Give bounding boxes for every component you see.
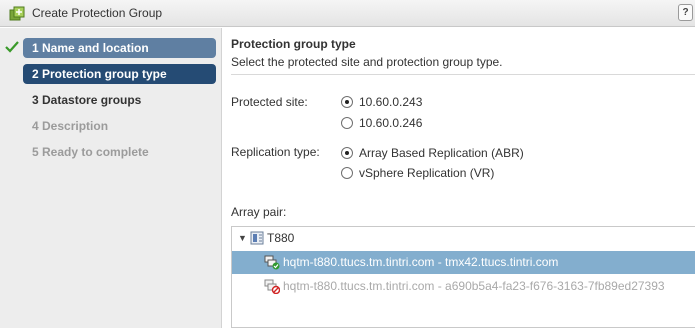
step-name-and-location[interactable]: 1 Name and location	[23, 38, 216, 58]
divider	[231, 74, 695, 75]
radio-label: 10.60.0.246	[359, 116, 423, 130]
expand-triangle-icon[interactable]: ▼	[238, 229, 247, 247]
radio-label: 10.60.0.243	[359, 95, 423, 109]
dialog-title: Create Protection Group	[32, 6, 163, 20]
array-pair-ok-icon	[264, 255, 280, 270]
dialog-title-bar: Create Protection Group ?	[0, 0, 695, 27]
radio-button[interactable]	[341, 117, 353, 129]
radio-label: Array Based Replication (ABR)	[359, 146, 524, 160]
tree-root-label: T880	[267, 231, 295, 245]
wizard-steps-nav: 1 Name and location 2 Protection group t…	[0, 28, 222, 328]
array-pair-row-label: hqtm-t880.ttucs.tm.tintri.com - a690b5a4…	[283, 279, 665, 293]
step-datastore-groups[interactable]: 3 Datastore groups	[23, 90, 216, 110]
radio-label: vSphere Replication (VR)	[359, 166, 495, 180]
replication-type-label: Replication type:	[231, 145, 320, 159]
radio-button-checked[interactable]	[341, 147, 353, 159]
radio-button[interactable]	[341, 167, 353, 179]
section-title: Protection group type	[231, 37, 356, 51]
step-protection-group-type[interactable]: 2 Protection group type	[23, 64, 216, 84]
protection-group-icon	[9, 6, 25, 21]
step-description: 4 Description	[32, 119, 109, 133]
step-ready-to-complete: 5 Ready to complete	[32, 145, 149, 159]
wizard-content: Protection group type Select the protect…	[223, 28, 695, 328]
array-pair-row-selected[interactable]: hqtm-t880.ttucs.tm.tintri.com - tmx42.tt…	[232, 251, 695, 274]
array-pair-row-label: hqtm-t880.ttucs.tm.tintri.com - tmx42.tt…	[283, 255, 559, 269]
help-button[interactable]: ?	[678, 4, 693, 21]
array-pair-row-disabled: hqtm-t880.ttucs.tm.tintri.com - a690b5a4…	[232, 275, 695, 298]
radio-button-checked[interactable]	[341, 96, 353, 108]
check-icon	[5, 41, 19, 53]
section-description: Select the protected site and protection…	[231, 55, 503, 69]
protected-site-label: Protected site:	[231, 95, 308, 109]
array-pair-tree: ▼ T880 hqtm-t880.ttucs.tm.tintri.com - t…	[231, 226, 695, 328]
array-pair-blocked-icon	[264, 279, 280, 294]
storage-server-icon	[250, 231, 264, 245]
array-pair-label: Array pair:	[231, 205, 287, 219]
